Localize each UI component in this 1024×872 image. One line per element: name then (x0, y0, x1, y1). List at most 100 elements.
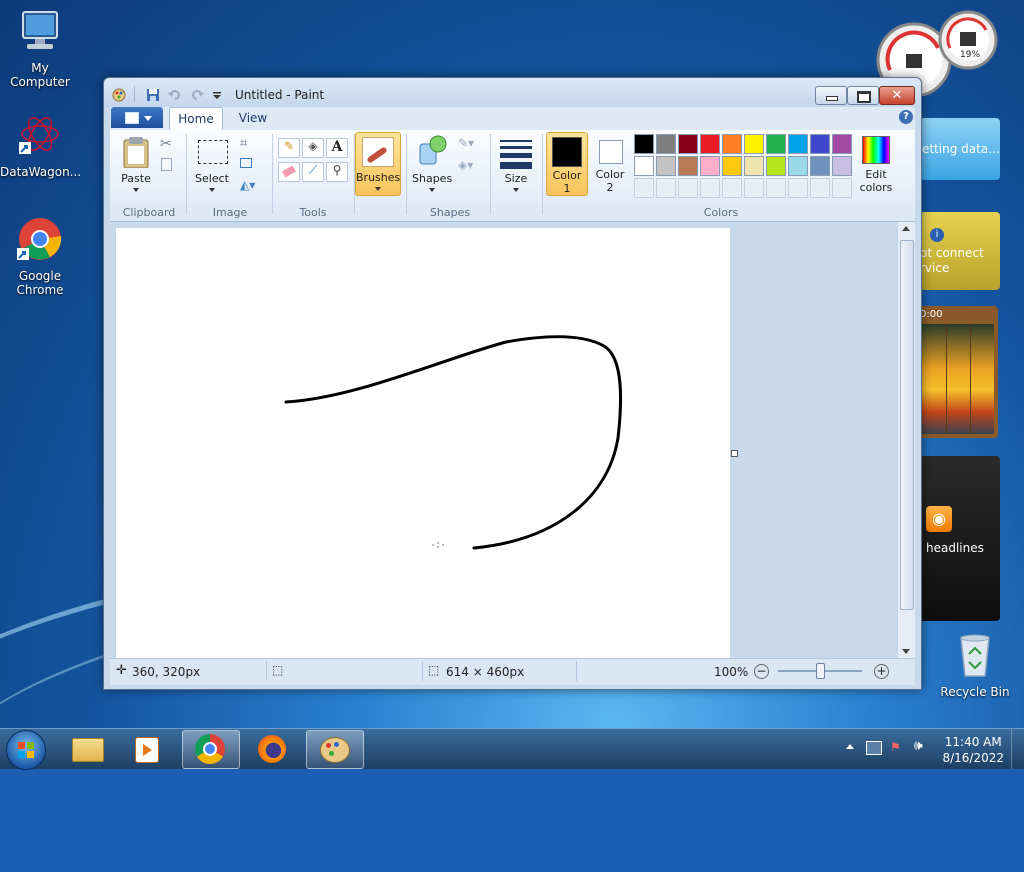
custom-color-slot[interactable] (766, 178, 786, 198)
custom-color-slot[interactable] (678, 178, 698, 198)
zoom-out-icon[interactable]: − (754, 664, 769, 679)
palette-swatch[interactable] (766, 156, 786, 176)
brushes-button[interactable]: Brushes (355, 132, 401, 196)
show-hidden-icons[interactable] (846, 744, 854, 749)
show-desktop-button[interactable] (1011, 729, 1024, 769)
scrollbar-thumb[interactable] (900, 240, 914, 610)
eraser-icon[interactable] (278, 162, 300, 182)
taskbar-explorer[interactable] (60, 730, 116, 767)
desktop-icon-my-computer[interactable]: My Computer (0, 8, 80, 89)
canvas-area[interactable] (110, 222, 897, 658)
desktop-icon-datawagon[interactable]: DataWagon... (0, 112, 82, 179)
network-icon[interactable] (866, 741, 882, 755)
palette-swatch[interactable] (722, 134, 742, 154)
custom-color-slot[interactable] (788, 178, 808, 198)
picture-puzzle-gadget[interactable]: 0:00 (918, 306, 998, 438)
canvas-resize-handle[interactable] (731, 450, 738, 457)
custom-color-slot[interactable] (832, 178, 852, 198)
undo-icon[interactable] (168, 88, 182, 102)
custom-color-slot[interactable] (810, 178, 830, 198)
resize-icon[interactable] (240, 158, 252, 168)
taskbar-paint[interactable] (306, 730, 364, 769)
desktop-icon-recycle-bin[interactable]: Recycle Bin (935, 632, 1015, 699)
weather-message-2: rvice (920, 261, 950, 275)
weather-gadget[interactable]: i ot connect rvice (920, 212, 1000, 290)
taskbar-firefox[interactable] (244, 730, 300, 767)
edit-colors-button[interactable]: Edit colors (854, 132, 898, 194)
palette-swatch[interactable] (832, 134, 852, 154)
title-bar[interactable]: Untitled - Paint ✕ (104, 78, 921, 108)
palette-swatch[interactable] (788, 134, 808, 154)
zoom-slider-thumb[interactable] (816, 663, 825, 679)
palette-swatch[interactable] (788, 156, 808, 176)
palette-swatch[interactable] (810, 156, 830, 176)
palette-swatch[interactable] (766, 134, 786, 154)
copy-icon[interactable] (161, 158, 172, 171)
help-icon[interactable]: ? (899, 110, 913, 124)
feed-gadget[interactable]: etting data... (920, 118, 1000, 180)
palette-swatch[interactable] (744, 134, 764, 154)
tab-view[interactable]: View (227, 107, 279, 129)
shapes-button[interactable]: Shapes (412, 134, 452, 196)
palette-swatch[interactable] (810, 134, 830, 154)
palette-swatch[interactable] (656, 134, 676, 154)
outline-icon[interactable]: ✎▾ (458, 136, 474, 150)
select-button[interactable]: Select (192, 134, 232, 196)
action-center-icon[interactable]: ⚑ (890, 740, 904, 754)
drawing-canvas[interactable] (116, 228, 730, 658)
zoom-in-icon[interactable]: + (874, 664, 889, 679)
palette-swatch[interactable] (700, 156, 720, 176)
volume-icon[interactable]: 🕪 (914, 738, 923, 754)
rotate-icon[interactable]: ◭▾ (240, 178, 255, 192)
palette-swatch[interactable] (656, 156, 676, 176)
palette-swatch[interactable] (700, 134, 720, 154)
fill-shape-icon[interactable]: ◈▾ (458, 158, 473, 172)
color-picker-icon[interactable]: ⟋ (302, 162, 324, 182)
custom-color-slot[interactable] (700, 178, 720, 198)
text-icon[interactable]: A (326, 138, 348, 158)
palette-swatch[interactable] (678, 156, 698, 176)
save-icon[interactable] (146, 88, 160, 102)
custom-color-slot[interactable] (744, 178, 764, 198)
taskbar-chrome[interactable] (182, 730, 240, 769)
status-bar: ✛ 360, 320px ⬚ ⬚ 614 × 460px 100% − + (110, 658, 915, 685)
crop-icon[interactable]: ⌗ (240, 136, 247, 151)
headlines-gadget[interactable]: ◉ headlines (918, 456, 1000, 621)
desktop-icon-label: Recycle Bin (940, 685, 1010, 699)
maximize-button[interactable] (847, 86, 879, 105)
close-button[interactable]: ✕ (879, 86, 915, 105)
paint-menu-button[interactable] (111, 107, 163, 128)
vertical-scrollbar[interactable] (897, 222, 915, 658)
minimize-button[interactable] (815, 86, 847, 105)
system-clock[interactable]: 11:40 AM 8/16/2022 (942, 734, 1004, 766)
fill-icon[interactable]: ◈ (302, 138, 324, 158)
desktop-icon-google-chrome[interactable]: Google Chrome (0, 216, 80, 297)
zoom-slider[interactable] (778, 663, 862, 679)
paint-window[interactable]: Untitled - Paint ✕ Home View ? Paste ✂ C… (103, 77, 922, 690)
custom-color-slot[interactable] (722, 178, 742, 198)
scroll-down-icon[interactable] (902, 649, 910, 654)
puzzle-grid (922, 324, 994, 434)
cut-icon[interactable]: ✂ (160, 136, 172, 152)
tab-home[interactable]: Home (169, 107, 223, 130)
magnifier-icon[interactable]: ⚲ (326, 162, 348, 182)
palette-swatch[interactable] (634, 134, 654, 154)
scroll-up-icon[interactable] (902, 226, 910, 231)
color2-button[interactable]: Color 2 (590, 132, 630, 194)
palette-swatch[interactable] (634, 156, 654, 176)
start-button[interactable] (6, 730, 46, 770)
desktop-icon-label: DataWagon... (0, 165, 82, 179)
custom-color-slot[interactable] (634, 178, 654, 198)
palette-swatch[interactable] (832, 156, 852, 176)
redo-icon[interactable] (190, 88, 204, 102)
palette-swatch[interactable] (722, 156, 742, 176)
palette-swatch[interactable] (744, 156, 764, 176)
taskbar-media-player[interactable] (120, 730, 176, 767)
palette-swatch[interactable] (678, 134, 698, 154)
size-button[interactable]: Size (496, 134, 536, 196)
paste-button[interactable]: Paste (116, 134, 156, 196)
pencil-icon[interactable]: ✎ (278, 138, 300, 158)
customize-qa-icon[interactable] (210, 88, 224, 102)
color1-button[interactable]: Color 1 (546, 132, 588, 196)
custom-color-slot[interactable] (656, 178, 676, 198)
